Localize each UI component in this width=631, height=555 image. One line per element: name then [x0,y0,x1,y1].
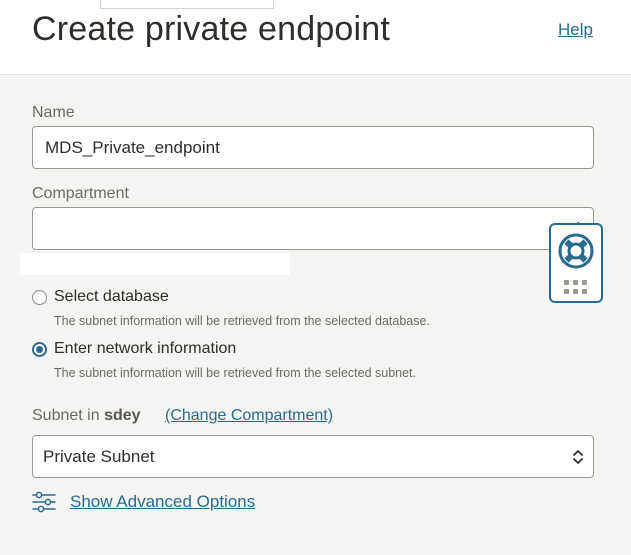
page-title: Create private endpoint [32,10,391,48]
name-label: Name [32,104,75,121]
radio-select-database[interactable]: Select database [32,288,169,306]
radio-button-unchecked[interactable] [32,289,47,305]
radio-label: Select database [54,288,169,305]
subnet-select-value: Private Subnet [43,446,155,466]
help-widget[interactable] [549,223,603,303]
compartment-select[interactable] [32,207,594,250]
show-advanced-options[interactable]: Show Advanced Options [32,491,255,513]
subnet-label: Subnet in sdey [32,407,141,425]
help-link[interactable]: Help [558,20,593,40]
change-compartment-link[interactable]: (Change Compartment) [165,407,333,425]
chevron-up-down-icon [573,449,583,464]
compartment-label: Compartment [32,185,129,202]
blank-strip [20,253,290,275]
radio-enter-network-information[interactable]: Enter network information [32,340,236,358]
radio-button-checked[interactable] [32,341,47,357]
subnet-select[interactable]: Private Subnet [32,435,594,478]
subnet-label-prefix: Subnet in [32,407,100,424]
sliders-icon [32,491,56,513]
helper-text: The subnet information will be retrieved… [54,314,430,328]
header-tab [100,0,274,9]
radio-label: Enter network information [54,340,237,357]
show-advanced-options-link[interactable]: Show Advanced Options [70,492,255,512]
helper-text: The subnet information will be retrieved… [54,366,416,380]
subnet-compartment-name: sdey [104,407,141,424]
panel-header: Create private endpoint Help [0,0,631,75]
drag-grip-icon[interactable] [551,277,601,297]
name-input[interactable] [32,126,594,169]
